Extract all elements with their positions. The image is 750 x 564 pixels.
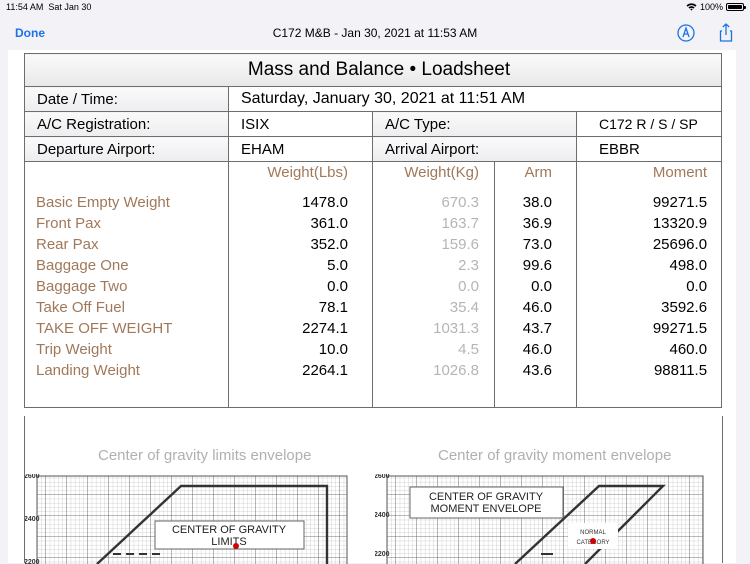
- moment-column: Moment 99271.5 13320.9 25696.0 498.0 0.0 3592…: [575, 161, 723, 408]
- weight-kg-value: 2.3: [458, 257, 479, 274]
- loadsheet-title: Mass and Balance • Loadsheet: [23, 53, 723, 87]
- item-name: Basic Empty Weight: [36, 194, 170, 211]
- moment-value: 13320.9: [652, 215, 708, 232]
- moment-value: 99271.5: [652, 320, 708, 337]
- moment-tick-2400: 2400: [375, 512, 390, 519]
- moment-value: 99271.5: [652, 194, 708, 211]
- moment-label-line2: MOMENT ENVELOPE: [430, 503, 541, 515]
- wifi-icon: [686, 3, 697, 11]
- scroll-gutter: [736, 50, 750, 563]
- arm-value: 99.6: [522, 257, 552, 274]
- moment-value: 460.0: [669, 341, 708, 358]
- moment-header: Moment: [652, 164, 708, 181]
- moment-tick-2600: 2600: [375, 474, 390, 480]
- item-name: Rear Pax: [36, 236, 99, 253]
- weight-lbs-column: Weight(Lbs) 1478.0 361.0 352.0 5.0 0.0 78.1 22…: [228, 161, 373, 408]
- weight-lbs-value: 5.0: [327, 257, 348, 274]
- type-label: A/C Type:: [372, 111, 577, 137]
- type-value: C172 R / S / SP: [575, 111, 723, 137]
- markup-icon[interactable]: [676, 22, 696, 44]
- weight-kg-value: 159.6: [441, 236, 479, 253]
- date-value: Saturday, January 30, 2021 at 11:51 AM: [227, 86, 723, 112]
- arm-value: 46.0: [522, 341, 552, 358]
- limits-tick-2200: 2200: [25, 559, 40, 564]
- weight-lbs-value: 2264.1: [302, 362, 348, 379]
- limits-tick-2400: 2400: [25, 516, 40, 523]
- status-bar: 11:54 AM Sat Jan 30 100%: [0, 0, 750, 16]
- arm-value: 0.0: [531, 278, 552, 295]
- status-right: 100%: [686, 2, 746, 12]
- share-icon[interactable]: [716, 22, 736, 44]
- moment-tick-2200: 2200: [375, 551, 390, 558]
- weight-lbs-value: 0.0: [327, 278, 348, 295]
- loadsheet-table: Mass and Balance • Loadsheet Date / Time…: [23, 53, 723, 408]
- item-name: Trip Weight: [36, 341, 112, 358]
- weight-kg-value: 670.3: [441, 194, 479, 211]
- item-name: Baggage One: [36, 257, 129, 274]
- moment-value: 498.0: [669, 257, 708, 274]
- moment-value: 3592.6: [661, 299, 708, 316]
- arm-value: 43.7: [522, 320, 552, 337]
- arm-value: 36.9: [522, 215, 552, 232]
- weight-kg-value: 163.7: [441, 215, 479, 232]
- moment-chart-title: Center of gravity moment envelope: [438, 447, 672, 464]
- item-name: Take Off Fuel: [36, 299, 125, 316]
- weight-kg-value: 1026.8: [433, 362, 479, 379]
- limits-grid-major: [36, 475, 348, 564]
- weight-lbs-value: 352.0: [310, 236, 348, 253]
- battery-percent: 100%: [699, 2, 723, 12]
- item-name: Front Pax: [36, 215, 102, 232]
- weight-kg-header: Weight(Kg): [404, 164, 479, 181]
- charts-section: Center of gravity limits envelope Center…: [24, 416, 723, 564]
- item-name: Baggage Two: [36, 278, 128, 295]
- weight-lbs-value: 78.1: [318, 299, 348, 316]
- registration-value: ISIX: [228, 111, 373, 137]
- weight-kg-value: 35.4: [449, 299, 479, 316]
- weight-kg-value: 4.5: [458, 341, 479, 358]
- arm-value: 46.0: [522, 299, 552, 316]
- document-title: C172 M&B - Jan 30, 2021 at 11:53 AM: [272, 26, 478, 40]
- limits-envelope-chart: 2600 2400 2200 CENTER OF GRAVITY LIMITS: [25, 474, 348, 564]
- weight-kg-value: 0.0: [458, 278, 479, 295]
- arm-value: 73.0: [522, 236, 552, 253]
- arrival-label: Arrival Airport:: [372, 136, 577, 162]
- item-name: Landing Weight: [36, 362, 140, 379]
- item-name: TAKE OFF WEIGHT: [36, 320, 173, 337]
- weight-lbs-value: 2274.1: [302, 320, 348, 337]
- departure-label: Departure Airport:: [24, 136, 229, 162]
- weight-lbs-header: Weight(Lbs): [267, 164, 348, 181]
- departure-value: EHAM: [228, 136, 373, 162]
- item-names-column: Basic Empty Weight Front Pax Rear Pax Bagga…: [24, 161, 229, 408]
- weight-kg-value: 1031.3: [433, 320, 479, 337]
- moment-envelope-chart: 2600 2400 2200 CENTER OF GRAVITY MOMENT …: [375, 474, 704, 564]
- arrival-value: EBBR: [575, 136, 723, 162]
- moment-value: 0.0: [686, 278, 708, 295]
- arm-value: 38.0: [522, 194, 552, 211]
- weight-lbs-value: 10.0: [318, 341, 348, 358]
- moment-value: 25696.0: [652, 236, 708, 253]
- normal-category-line1: NORMAL: [580, 530, 606, 536]
- registration-label: A/C Registration:: [24, 111, 229, 137]
- weight-lbs-value: 1478.0: [302, 194, 348, 211]
- moment-cg-point: [590, 538, 596, 544]
- moment-value: 98811.5: [653, 362, 708, 379]
- arm-header: Arm: [524, 164, 553, 181]
- limits-label-line2: LIMITS: [211, 536, 246, 548]
- status-time: 11:54 AM Sat Jan 30: [6, 2, 92, 12]
- weight-lbs-value: 361.0: [310, 215, 348, 232]
- battery-icon: [726, 3, 746, 11]
- limits-tick-2600: 2600: [25, 474, 40, 480]
- arm-column: Arm 38.0 36.9 73.0 99.6 0.0 46.0 43.7 46.0 43.6: [494, 161, 577, 408]
- limits-chart-title: Center of gravity limits envelope: [98, 447, 312, 464]
- date-label: Date / Time:: [24, 86, 229, 112]
- nav-bar: Done C172 M&B - Jan 30, 2021 at 11:53 AM: [0, 16, 750, 50]
- limits-label-line1: CENTER OF GRAVITY: [172, 524, 287, 536]
- arm-value: 43.6: [522, 362, 552, 379]
- weight-kg-column: Weight(Kg) 670.3 163.7 159.6 2.3 0.0 35.4 1031…: [372, 161, 495, 408]
- moment-label-line1: CENTER OF GRAVITY: [429, 491, 544, 503]
- limits-cg-point: [233, 543, 239, 549]
